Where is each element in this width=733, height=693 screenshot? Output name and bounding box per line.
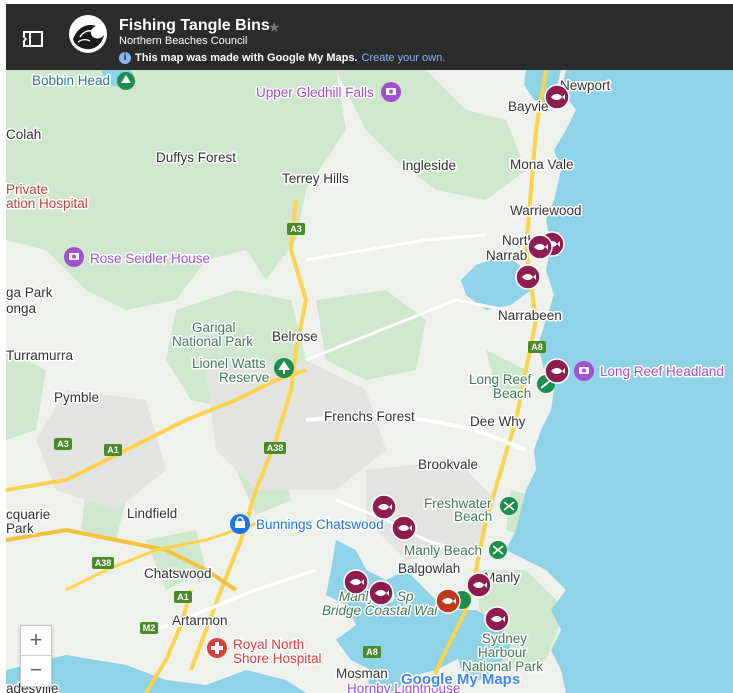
place-narrabeen: Narrabeen bbox=[498, 308, 562, 323]
road-sign-a8-mosman: A8 bbox=[363, 646, 381, 658]
road-sign-a38-mid: A38 bbox=[264, 442, 286, 454]
fish-bin-marker[interactable] bbox=[527, 234, 553, 260]
place-bobbin-head: Bobbin Head bbox=[32, 73, 110, 88]
info-icon: i bbox=[119, 52, 131, 64]
place-ga-park: ga Park bbox=[6, 285, 53, 300]
place-turramurra: Turramurra bbox=[6, 348, 73, 363]
place-garigal-2: National Park bbox=[172, 334, 253, 349]
place-ingleside: Ingleside bbox=[402, 158, 456, 173]
star-icon[interactable]: ★ bbox=[268, 19, 281, 36]
place-lindfield: Lindfield bbox=[127, 506, 177, 521]
council-wave-logo-icon bbox=[70, 16, 106, 52]
road-sign-a1: A1 bbox=[104, 444, 122, 456]
fish-bin-marker[interactable] bbox=[466, 572, 492, 598]
road-sign-a3-top: A3 bbox=[287, 223, 305, 235]
place-terrey-hills: Terrey Hills bbox=[282, 171, 349, 186]
place-chatswood: Chatswood bbox=[144, 566, 212, 581]
place-manly-beach: Manly Beach bbox=[404, 543, 482, 558]
place-mona-vale: Mona Vale bbox=[510, 157, 574, 172]
svg-text:A8: A8 bbox=[366, 647, 378, 657]
place-duffys-forest: Duffys Forest bbox=[156, 150, 236, 165]
map-graphic: A3 A8 A3 A1 A38 A38 A1 M2 A8 Newport Bay… bbox=[6, 70, 733, 693]
poi-freshwater-beach[interactable] bbox=[500, 497, 518, 515]
place-lionel-watts-2: Reserve bbox=[219, 370, 269, 385]
poi-bobbin-head-park[interactable] bbox=[117, 72, 135, 90]
svg-text:A3: A3 bbox=[290, 224, 302, 234]
place-pymble: Pymble bbox=[54, 390, 99, 405]
map-header: Fishing Tangle Bins ★ Northern Beaches C… bbox=[6, 4, 733, 70]
place-warriewood: Warriewood bbox=[510, 203, 582, 218]
place-long-reef-beach-2: Beach bbox=[493, 386, 531, 401]
place-mosman: Mosman bbox=[336, 666, 388, 681]
zoom-out-button[interactable]: − bbox=[20, 655, 52, 687]
fish-bin-marker[interactable] bbox=[391, 515, 417, 541]
place-private-hospital-1: Private bbox=[6, 182, 48, 197]
fish-bin-marker[interactable] bbox=[435, 588, 461, 614]
fish-bin-marker[interactable] bbox=[371, 494, 397, 520]
map-canvas[interactable]: A3 A8 A3 A1 A38 A38 A1 M2 A8 Newport Bay… bbox=[6, 70, 733, 693]
svg-text:A1: A1 bbox=[177, 592, 189, 602]
poi-label-bunnings: Bunnings Chatswood bbox=[256, 517, 384, 532]
place-brookvale: Brookvale bbox=[418, 457, 478, 472]
google-watermark: Google My Maps bbox=[401, 671, 520, 688]
road-sign-a1-chatswood: A1 bbox=[174, 591, 192, 603]
poi-label-royal-north-1: Royal North bbox=[233, 637, 304, 652]
road-sign-m2: M2 bbox=[140, 622, 158, 634]
place-freshwater-2: Beach bbox=[454, 509, 492, 524]
place-sydney-harbour-2: Harbour bbox=[478, 645, 527, 660]
svg-text:M2: M2 bbox=[143, 623, 156, 633]
fish-bin-marker[interactable] bbox=[544, 84, 570, 110]
svg-text:A38: A38 bbox=[267, 443, 284, 453]
poi-label-long-reef-headland: Long Reef Headland bbox=[600, 364, 724, 379]
create-your-own-link[interactable]: Create your own. bbox=[362, 52, 446, 64]
place-sydney-harbour-1: Sydney bbox=[482, 631, 527, 646]
map-title: Fishing Tangle Bins bbox=[119, 17, 270, 34]
poi-label-upper-gledhill: Upper Gledhill Falls bbox=[256, 85, 374, 100]
fish-bin-marker[interactable] bbox=[515, 264, 541, 290]
place-balgowlah: Balgowlah bbox=[398, 561, 460, 576]
place-cquarie-1: cquarie bbox=[6, 507, 50, 522]
svg-text:A1: A1 bbox=[107, 445, 119, 455]
place-cquarie-2: Park bbox=[6, 521, 34, 536]
fish-bin-marker[interactable] bbox=[368, 580, 394, 606]
place-lionel-watts-1: Lionel Watts bbox=[192, 356, 266, 371]
place-north-narrabeen-2: Narrab bbox=[486, 248, 527, 263]
fish-bin-marker[interactable] bbox=[544, 358, 570, 384]
place-artarmon: Artarmon bbox=[172, 613, 228, 628]
place-garigal-1: Garigal bbox=[192, 320, 236, 335]
poi-manly-beach[interactable] bbox=[489, 541, 507, 559]
info-line: i This map was made with Google My Maps.… bbox=[119, 52, 445, 64]
svg-text:A3: A3 bbox=[57, 439, 69, 449]
zoom-in-button[interactable]: + bbox=[20, 625, 52, 657]
place-belrose: Belrose bbox=[272, 329, 318, 344]
place-private-hospital-2: ation Hospital bbox=[6, 196, 88, 211]
info-text: This map was made with Google My Maps. bbox=[135, 52, 358, 64]
road-sign-a3-left: A3 bbox=[54, 438, 72, 450]
fish-bin-marker[interactable] bbox=[343, 569, 369, 595]
collapse-legend-button[interactable] bbox=[18, 24, 48, 54]
place-frenchs-forest: Frenchs Forest bbox=[324, 409, 415, 424]
place-long-reef-beach-1: Long Reef bbox=[469, 372, 532, 387]
council-logo bbox=[69, 15, 107, 53]
place-colah: Colah bbox=[6, 127, 41, 142]
place-dee-why: Dee Why bbox=[470, 414, 526, 429]
place-onga: onga bbox=[6, 301, 37, 316]
road-sign-a38-left: A38 bbox=[92, 557, 114, 569]
collapse-panel-icon bbox=[22, 31, 43, 47]
svg-text:A38: A38 bbox=[95, 558, 112, 568]
my-maps-frame: Fishing Tangle Bins ★ Northern Beaches C… bbox=[6, 4, 733, 693]
poi-label-royal-north-2: Shore Hospital bbox=[233, 651, 322, 666]
road-sign-a8-narrabeen: A8 bbox=[528, 341, 546, 353]
poi-lionel-watts-reserve[interactable] bbox=[274, 358, 294, 378]
fish-bin-marker[interactable] bbox=[484, 606, 510, 632]
place-bayview: Bayvie bbox=[508, 99, 549, 114]
svg-text:A8: A8 bbox=[531, 342, 543, 352]
map-subtitle: Northern Beaches Council bbox=[119, 35, 248, 47]
poi-label-rose-seidler: Rose Seidler House bbox=[90, 251, 210, 266]
